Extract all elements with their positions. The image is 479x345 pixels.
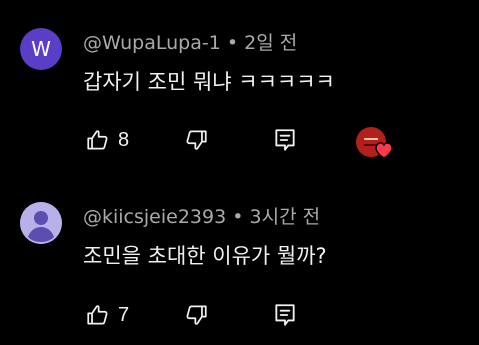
author-avatar[interactable]: W: [20, 28, 62, 70]
comment-text: 조민을 초대한 이유가 뭘까?: [83, 244, 327, 268]
reply-comment-icon: [273, 127, 297, 153]
thumbs-up-icon: [85, 127, 111, 153]
like-count: 8: [118, 129, 130, 151]
like-button[interactable]: 7: [85, 301, 129, 329]
thumbs-down-icon: [183, 127, 209, 153]
creator-heart-badge: [356, 127, 398, 163]
comment-text: 갑자기 조민 뭐냐 ㅋㅋㅋㅋㅋ: [83, 70, 335, 94]
meta-separator: •: [232, 206, 244, 228]
comment-time[interactable]: 2일 전: [244, 32, 297, 54]
heart-icon: [374, 141, 394, 163]
comment-time[interactable]: 3시간 전: [250, 206, 321, 228]
default-user-icon: [20, 202, 62, 244]
thumbs-up-icon: [85, 302, 111, 328]
author-handle[interactable]: @WupaLupa-1: [83, 32, 221, 54]
avatar-initial: W: [31, 37, 51, 61]
comment-item: W @WupaLupa-1 • 2일 전 갑자기 조민 뭐냐 ㅋㅋㅋㅋㅋ 8: [0, 0, 479, 172]
comment-meta: @kiicsjeie2393 • 3시간 전: [83, 208, 320, 227]
reply-button[interactable]: [273, 301, 297, 329]
meta-separator: •: [226, 32, 239, 54]
dislike-button[interactable]: [183, 126, 209, 154]
comment-item: @kiicsjeie2393 • 3시간 전 조민을 초대한 이유가 뭘까? 7: [0, 172, 479, 345]
thumbs-down-icon: [183, 302, 209, 328]
comment-meta: @WupaLupa-1 • 2일 전: [83, 34, 297, 53]
like-count: 7: [118, 304, 130, 326]
reply-button[interactable]: [273, 126, 297, 154]
dislike-button[interactable]: [183, 301, 209, 329]
comment-actions: 7: [85, 301, 405, 329]
reply-comment-icon: [273, 302, 297, 328]
author-handle[interactable]: @kiicsjeie2393: [83, 206, 226, 228]
author-avatar[interactable]: [20, 202, 62, 244]
like-button[interactable]: 8: [85, 126, 129, 154]
